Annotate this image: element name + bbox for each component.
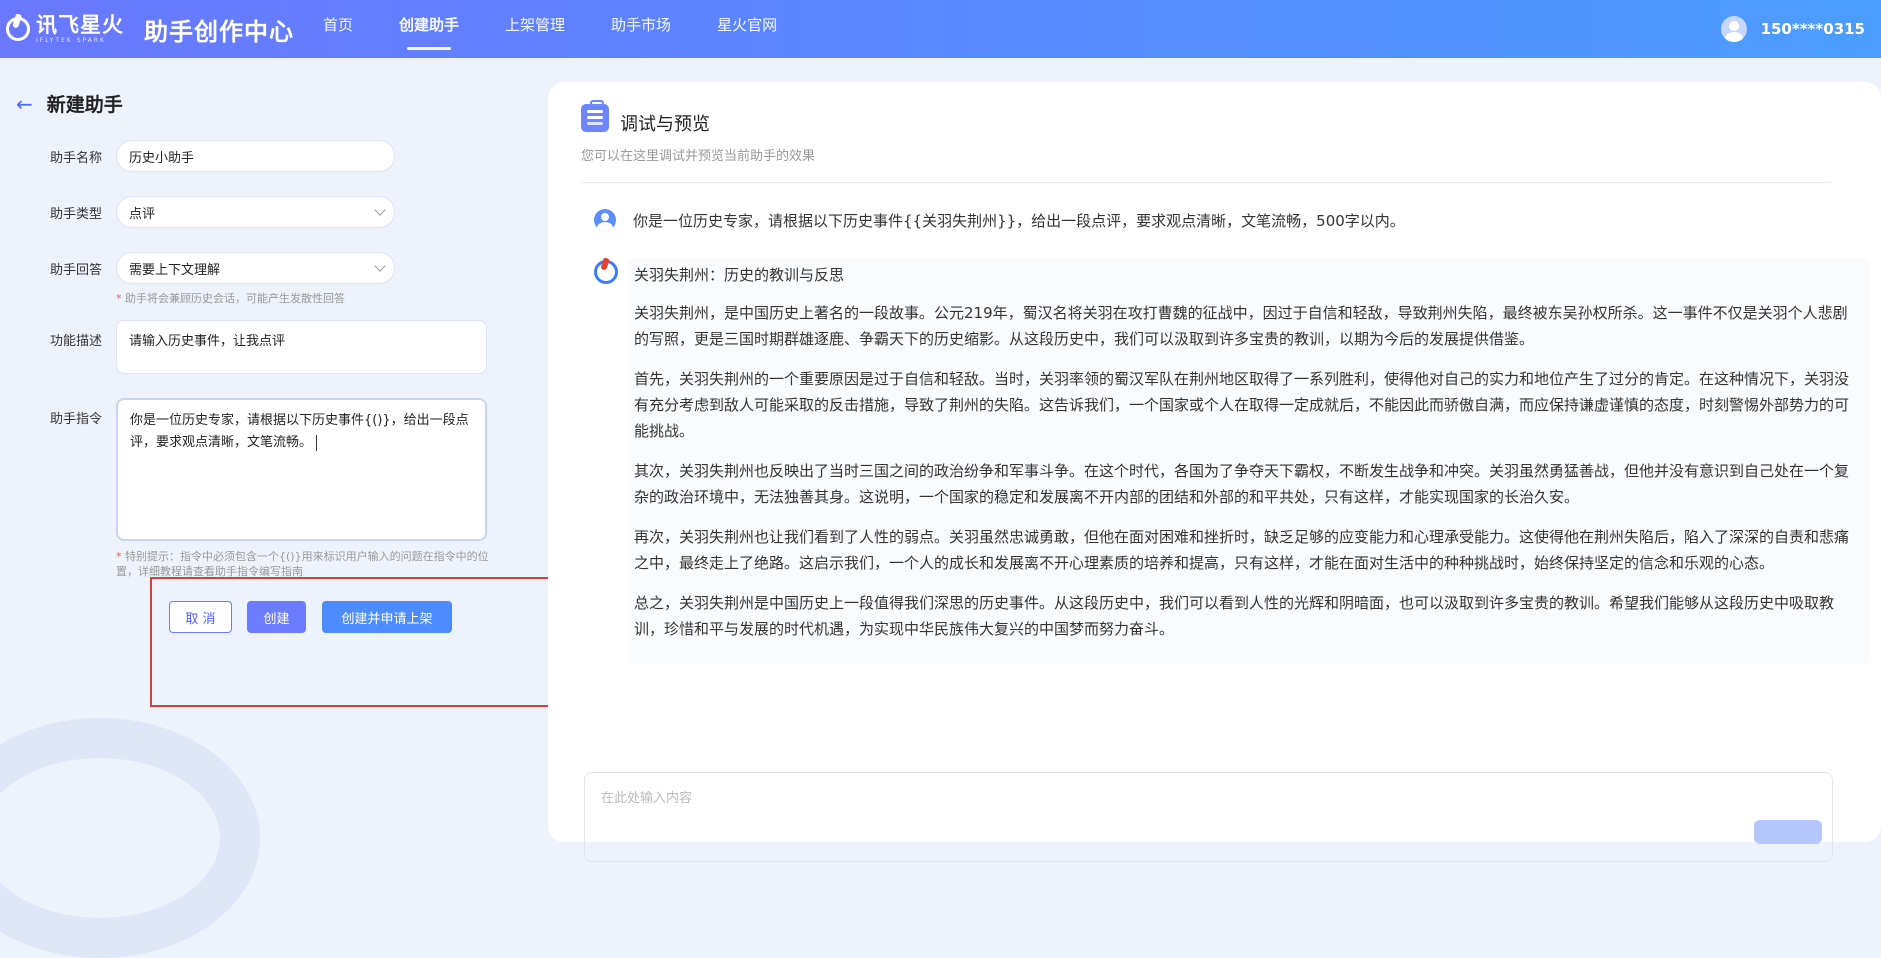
assistant-reply: 关羽失荆州：历史的教训与反思 关羽失荆州，是中国历史上著名的一段故事。公元219… xyxy=(628,258,1870,664)
instruction-hint: * 特别提示：指令中必须包含一个{()}用来标识用户输入的问题在指令中的位置，详… xyxy=(116,550,489,578)
assistant-name-input[interactable]: 历史小助手 xyxy=(116,140,395,172)
reply-title: 关羽失荆州：历史的教训与反思 xyxy=(634,266,845,284)
cancel-button[interactable]: 取 消 xyxy=(169,601,232,633)
nav-listing-management[interactable]: 上架管理 xyxy=(505,0,565,58)
assistant-type-select[interactable]: 点评 xyxy=(116,196,395,228)
reply-hint: * 助手将会兼顾历史会话，可能产生发散性回答 xyxy=(116,292,345,305)
clipboard-icon xyxy=(581,100,609,132)
chat-input[interactable]: 在此处输入内容 xyxy=(584,772,1833,862)
top-navigation-bar: 讯飞星火 IFLYTEK SPARK 助手创作中心 首页 创建助手 上架管理 助… xyxy=(0,0,1881,58)
chat-input-placeholder: 在此处输入内容 xyxy=(601,791,693,806)
highlight-box xyxy=(150,577,588,707)
back-arrow-icon[interactable]: ← xyxy=(16,92,33,116)
logo[interactable]: 讯飞星火 IFLYTEK SPARK 助手创作中心 xyxy=(0,0,294,58)
reply-paragraph: 再次，关羽失荆州也让我们看到了人性的弱点。关羽虽然忠诚勇敢，但他在面对困难和挫折… xyxy=(634,528,1850,572)
page-title: 新建助手 xyxy=(46,94,123,116)
create-and-submit-button[interactable]: 创建并申请上架 xyxy=(322,601,452,633)
text-caret xyxy=(316,434,318,451)
divider xyxy=(581,182,1831,183)
nav-home[interactable]: 首页 xyxy=(323,0,353,58)
assistant-avatar-icon xyxy=(594,260,618,284)
name-label: 助手名称 xyxy=(50,151,103,166)
preview-subtitle: 您可以在这里调试并预览当前助手的效果 xyxy=(581,149,816,164)
spark-logo-icon xyxy=(6,17,30,41)
chevron-down-icon xyxy=(374,260,386,272)
reply-paragraph: 首先，关羽失荆州的一个重要原因是过于自信和轻敌。当时，关羽率领的蜀汉军队在荆州地… xyxy=(634,370,1850,440)
create-button[interactable]: 创建 xyxy=(247,601,306,633)
user-avatar-icon xyxy=(594,209,616,231)
description-textarea[interactable]: 请输入历史事件，让我点评 xyxy=(116,320,487,374)
background-decoration xyxy=(0,718,260,958)
user-menu[interactable]: 150****0315 xyxy=(1720,0,1865,58)
reply-paragraph: 其次，关羽失荆州也反映出了当时三国之间的政治纷争和军事斗争。在这个时代，各国为了… xyxy=(634,462,1850,506)
brand-name: 讯飞星火 xyxy=(36,12,124,37)
user-avatar-icon xyxy=(1720,16,1747,42)
assistant-reply-select[interactable]: 需要上下文理解 xyxy=(116,252,395,284)
nav-spark-official[interactable]: 星火官网 xyxy=(717,0,777,58)
description-label: 功能描述 xyxy=(50,334,103,349)
user-message: 你是一位历史专家，请根据以下历史事件{{关羽失荆州}}，给出一段点评，要求观点清… xyxy=(633,212,1405,230)
create-assistant-form: ← 新建助手 助手名称 历史小助手 助手类型 点评 助手回答 需要上下文理解 *… xyxy=(0,58,588,958)
center-title: 助手创作中心 xyxy=(144,17,294,46)
brand-name-en: IFLYTEK SPARK xyxy=(36,36,106,44)
reply-paragraph: 总之，关羽失荆州是中国历史上一段值得我们深思的历史事件。从这段历史中，我们可以看… xyxy=(634,594,1835,638)
user-phone: 150****0315 xyxy=(1760,20,1865,38)
main-nav: 首页 创建助手 上架管理 助手市场 星火官网 xyxy=(300,0,800,58)
type-label: 助手类型 xyxy=(50,207,103,222)
instruction-label: 助手指令 xyxy=(50,412,103,427)
reply-label: 助手回答 xyxy=(50,263,103,278)
chevron-down-icon xyxy=(374,204,386,216)
debug-preview-panel: 调试与预览 您可以在这里调试并预览当前助手的效果 你是一位历史专家，请根据以下历… xyxy=(548,82,1881,862)
send-button[interactable] xyxy=(1754,820,1822,844)
nav-create-assistant[interactable]: 创建助手 xyxy=(399,0,459,58)
instruction-textarea[interactable]: 你是一位历史专家，请根据以下历史事件{()}，给出一段点评，要求观点清晰，文笔流… xyxy=(116,398,487,541)
reply-paragraph: 关羽失荆州，是中国历史上著名的一段故事。公元219年，蜀汉名将关羽在攻打曹魏的征… xyxy=(634,304,1848,348)
nav-assistant-market[interactable]: 助手市场 xyxy=(611,0,671,58)
preview-title: 调试与预览 xyxy=(620,114,710,135)
